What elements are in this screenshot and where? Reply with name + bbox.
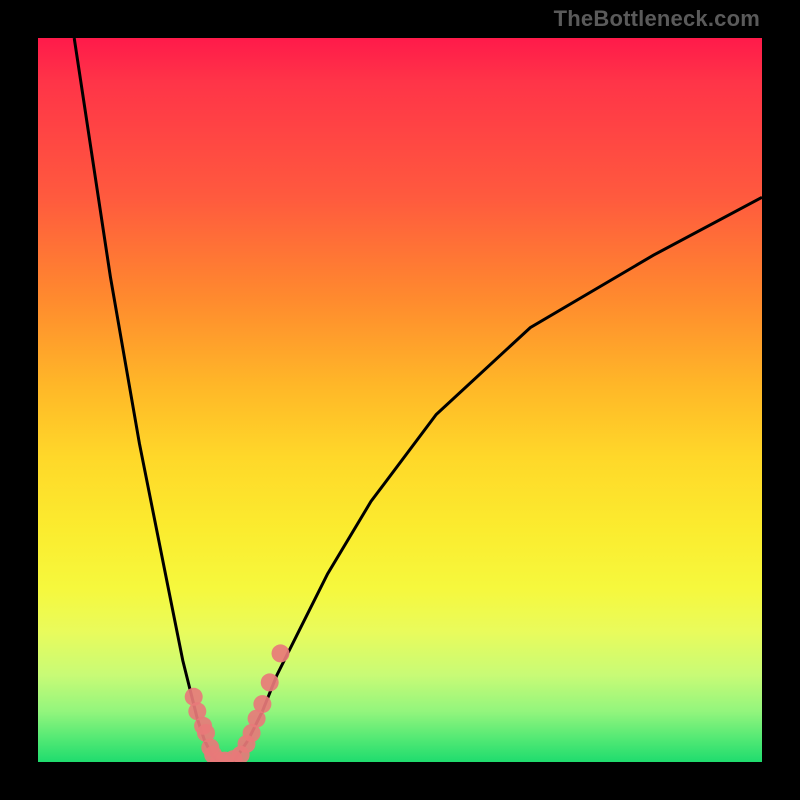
watermark-label: TheBottleneck.com bbox=[554, 6, 760, 32]
plot-gradient-background bbox=[38, 38, 762, 762]
frame: TheBottleneck.com bbox=[0, 0, 800, 800]
